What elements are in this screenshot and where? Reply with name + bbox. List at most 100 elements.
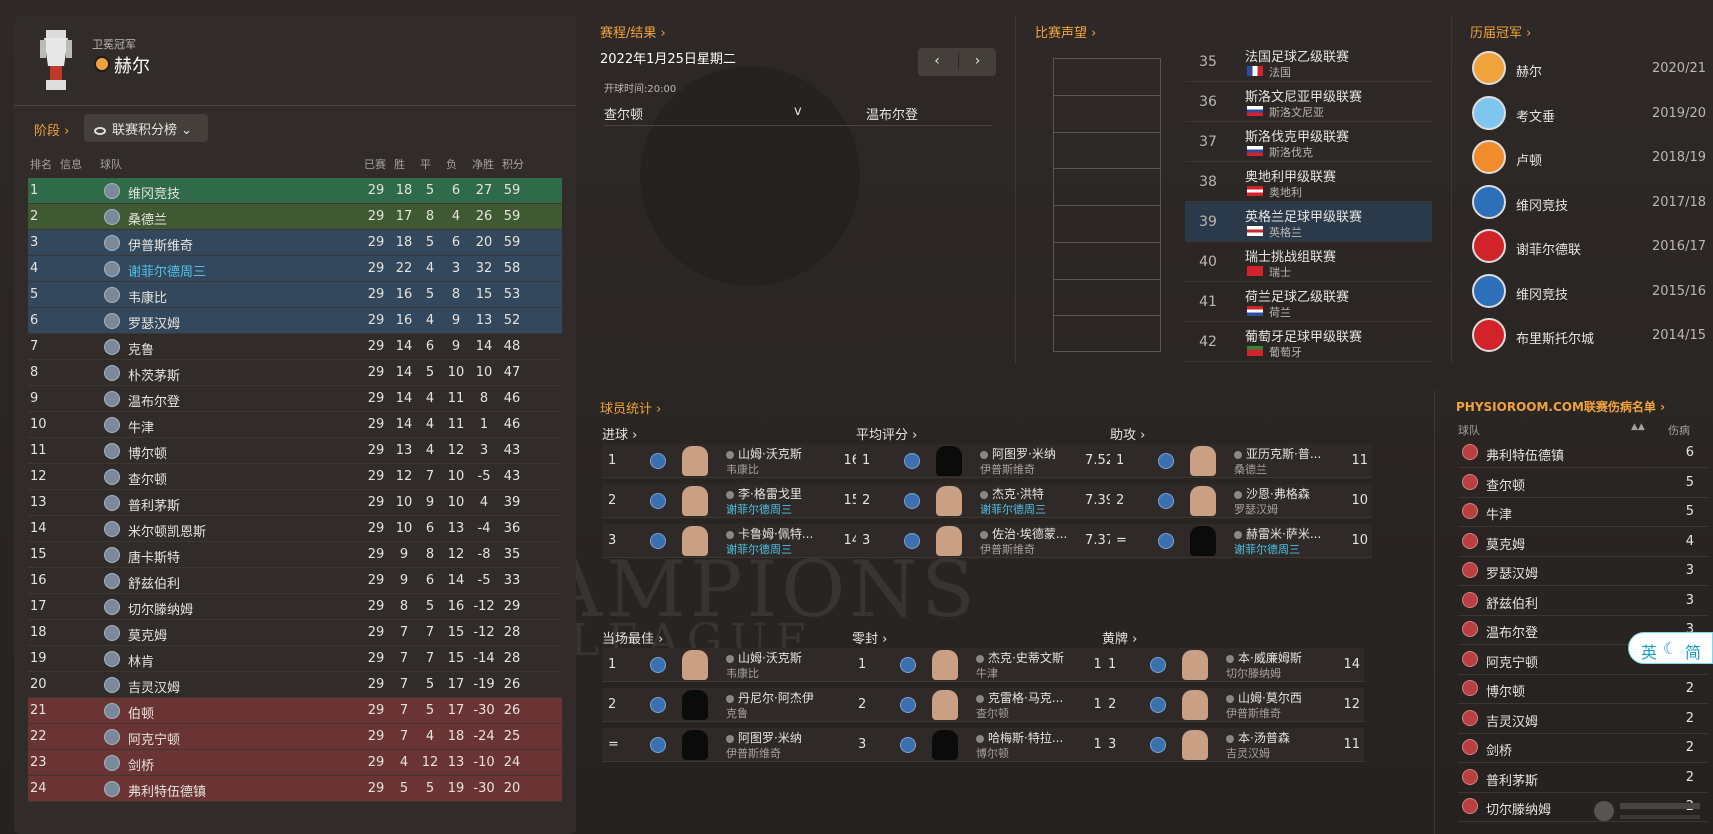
- player-name[interactable]: 哈梅斯·特拉...: [976, 729, 1063, 746]
- team-name[interactable]: 克鲁: [128, 339, 154, 358]
- champion-row[interactable]: 布里斯托尔城 2014/15: [1470, 314, 1706, 359]
- col-pts[interactable]: 积分: [502, 156, 524, 172]
- league-name[interactable]: 葡萄牙足球甲级联赛: [1245, 326, 1362, 345]
- table-row[interactable]: 11 博尔顿 29 13 4 12 3 43: [28, 438, 562, 464]
- away-team[interactable]: 温布尔登: [866, 104, 918, 123]
- player-stat-row[interactable]: 2 李·格雷戈里 谢菲尔德周三 15: [602, 484, 864, 518]
- player-club[interactable]: 查尔顿: [976, 705, 1009, 721]
- team-name[interactable]: 温布尔登: [1486, 622, 1538, 641]
- champion-team[interactable]: 谢菲尔德联: [1516, 239, 1581, 258]
- champion-row[interactable]: 谢菲尔德联 2016/17: [1470, 225, 1706, 270]
- player-name[interactable]: 本·威廉姆斯: [1226, 649, 1302, 666]
- player-club[interactable]: 切尔滕纳姆: [1226, 665, 1281, 681]
- team-name[interactable]: 博尔顿: [1486, 681, 1525, 700]
- team-name[interactable]: 伊普斯维奇: [128, 235, 193, 254]
- player-club[interactable]: 谢菲尔德周三: [980, 501, 1046, 517]
- table-row[interactable]: 7 克鲁 29 14 6 9 14 48: [28, 334, 562, 360]
- table-row[interactable]: 2 桑德兰 29 17 8 4 26 59: [28, 204, 562, 230]
- champion-team[interactable]: 赫尔: [1516, 61, 1542, 80]
- team-name[interactable]: 米尔顿凯恩斯: [128, 521, 206, 540]
- col-drawn[interactable]: 平: [420, 156, 431, 172]
- player-club[interactable]: 伊普斯维奇: [980, 541, 1035, 557]
- reputation-title[interactable]: 比赛声望 ›: [1035, 22, 1435, 41]
- table-row[interactable]: 15 唐卡斯特 29 9 8 12 -8 35: [28, 542, 562, 568]
- player-name[interactable]: 山姆·沃克斯: [726, 445, 802, 462]
- player-name[interactable]: 杰克·洪特: [980, 485, 1044, 502]
- table-row[interactable]: 21 伯顿 29 7 5 17 -30 26: [28, 698, 562, 724]
- team-name[interactable]: 维冈竞技: [128, 183, 180, 202]
- col-info[interactable]: 信息: [60, 156, 82, 172]
- reputation-row[interactable]: 35 法国足球乙级联赛 法国: [1185, 42, 1432, 82]
- injury-row[interactable]: 牛津 5: [1458, 497, 1708, 527]
- col-lost[interactable]: 负: [446, 156, 457, 172]
- player-name[interactable]: 本·汤普森: [1226, 729, 1290, 746]
- table-row[interactable]: 12 查尔顿 29 12 7 10 -5 43: [28, 464, 562, 490]
- table-row[interactable]: 18 莫克姆 29 7 7 15 -12 28: [28, 620, 562, 646]
- team-name[interactable]: 罗瑟汉姆: [128, 313, 180, 332]
- team-name[interactable]: 舒兹伯利: [128, 573, 180, 592]
- team-name[interactable]: 桑德兰: [128, 209, 167, 228]
- player-stat-row[interactable]: 2 杰克·洪特 谢菲尔德周三 7.39: [856, 484, 1118, 518]
- language-toggle[interactable]: 英 ☾ 简: [1628, 632, 1713, 664]
- col-pos[interactable]: 排名: [30, 156, 52, 172]
- injuries-title[interactable]: PHYSIOROOM.COM联赛伤病名单 ›: [1456, 398, 1713, 415]
- team-name[interactable]: 查尔顿: [1486, 475, 1525, 494]
- table-row[interactable]: 9 温布尔登 29 14 4 11 8 46: [28, 386, 562, 412]
- player-stat-row[interactable]: 3 本·汤普森 吉灵汉姆 11: [1102, 728, 1364, 762]
- injury-row[interactable]: 剑桥 2: [1458, 733, 1708, 763]
- team-name[interactable]: 舒兹伯利: [1486, 593, 1538, 612]
- player-name[interactable]: 克雷格·马克...: [976, 689, 1063, 706]
- player-club[interactable]: 桑德兰: [1234, 461, 1267, 477]
- table-row[interactable]: 3 伊普斯维奇 29 18 5 6 20 59: [28, 230, 562, 256]
- fixture-row[interactable]: 查尔顿 v 温布尔登: [604, 102, 992, 126]
- injury-row[interactable]: 罗瑟汉姆 3: [1458, 556, 1708, 586]
- champion-team[interactable]: 卢顿: [1516, 150, 1542, 169]
- competition-champion-name[interactable]: 赫尔: [114, 52, 150, 78]
- team-name[interactable]: 谢菲尔德周三: [128, 261, 206, 280]
- injury-row[interactable]: 莫克姆 4: [1458, 527, 1708, 557]
- champion-row[interactable]: 赫尔 2020/21: [1470, 47, 1706, 92]
- player-stat-row[interactable]: 2丹尼尔·阿杰伊克鲁5: [602, 688, 864, 722]
- player-stat-row[interactable]: 3 卡鲁姆·佩特... 谢菲尔德周三 14: [602, 524, 864, 558]
- player-stat-row[interactable]: 1杰克·史蒂文斯牛津14: [852, 648, 1114, 682]
- home-team[interactable]: 查尔顿: [604, 104, 643, 123]
- player-club[interactable]: 伊普斯维奇: [1226, 705, 1281, 721]
- player-stat-row[interactable]: 1 亚历克斯·普... 桑德兰 11: [1110, 444, 1372, 478]
- reputation-row[interactable]: 36 斯洛文尼亚甲级联赛 斯洛文尼亚: [1185, 82, 1432, 122]
- table-row[interactable]: 20 吉灵汉姆 29 7 5 17 -19 26: [28, 672, 562, 698]
- table-row[interactable]: 24 弗利特伍德镇 29 5 5 19 -30 20: [28, 776, 562, 802]
- reputation-row[interactable]: 37 斯洛伐克甲级联赛 斯洛伐克: [1185, 122, 1432, 162]
- team-name[interactable]: 牛津: [128, 417, 154, 436]
- player-stat-row[interactable]: 2 山姆·莫尔西 伊普斯维奇 12: [1102, 688, 1364, 722]
- champion-team[interactable]: 维冈竞技: [1516, 284, 1568, 303]
- rating-header[interactable]: 平均评分 ›: [856, 424, 917, 443]
- next-button[interactable]: ›: [958, 53, 996, 69]
- sort-icon[interactable]: ▲▲: [1631, 422, 1645, 432]
- player-club[interactable]: 克鲁: [726, 705, 748, 721]
- standings-dropdown[interactable]: 联赛积分榜 ⌄: [84, 114, 208, 142]
- champion-row[interactable]: 维冈竞技 2017/18: [1470, 181, 1706, 226]
- team-name[interactable]: 罗瑟汉姆: [1486, 563, 1538, 582]
- team-name[interactable]: 查尔顿: [128, 469, 167, 488]
- injury-row[interactable]: 舒兹伯利 3: [1458, 586, 1708, 616]
- league-name[interactable]: 奥地利甲级联赛: [1245, 166, 1336, 185]
- champion-team[interactable]: 维冈竞技: [1516, 195, 1568, 214]
- player-name[interactable]: 丹尼尔·阿杰伊: [726, 689, 814, 706]
- table-row[interactable]: 13 普利茅斯 29 10 9 10 4 39: [28, 490, 562, 516]
- injury-row[interactable]: 弗利特伍德镇 6: [1458, 438, 1708, 468]
- table-row[interactable]: 16 舒兹伯利 29 9 6 14 -5 33: [28, 568, 562, 594]
- league-name[interactable]: 法国足球乙级联赛: [1245, 46, 1349, 65]
- table-row[interactable]: 14 米尔顿凯恩斯 29 10 6 13 -4 36: [28, 516, 562, 542]
- player-club[interactable]: 谢菲尔德周三: [1234, 541, 1300, 557]
- col-team[interactable]: 球队: [100, 156, 122, 172]
- team-name[interactable]: 吉灵汉姆: [128, 677, 180, 696]
- champion-team[interactable]: 考文垂: [1516, 106, 1555, 125]
- player-club[interactable]: 牛津: [976, 665, 998, 681]
- team-name[interactable]: 温布尔登: [128, 391, 180, 410]
- team-name[interactable]: 阿克宁顿: [1486, 652, 1538, 671]
- reputation-row[interactable]: 41 荷兰足球乙级联赛 荷兰: [1185, 282, 1432, 322]
- champions-title[interactable]: 历届冠军 ›: [1470, 22, 1706, 41]
- assists-header[interactable]: 助攻 ›: [1110, 424, 1145, 443]
- team-name[interactable]: 切尔滕纳姆: [128, 599, 193, 618]
- team-name[interactable]: 莫克姆: [1486, 534, 1525, 553]
